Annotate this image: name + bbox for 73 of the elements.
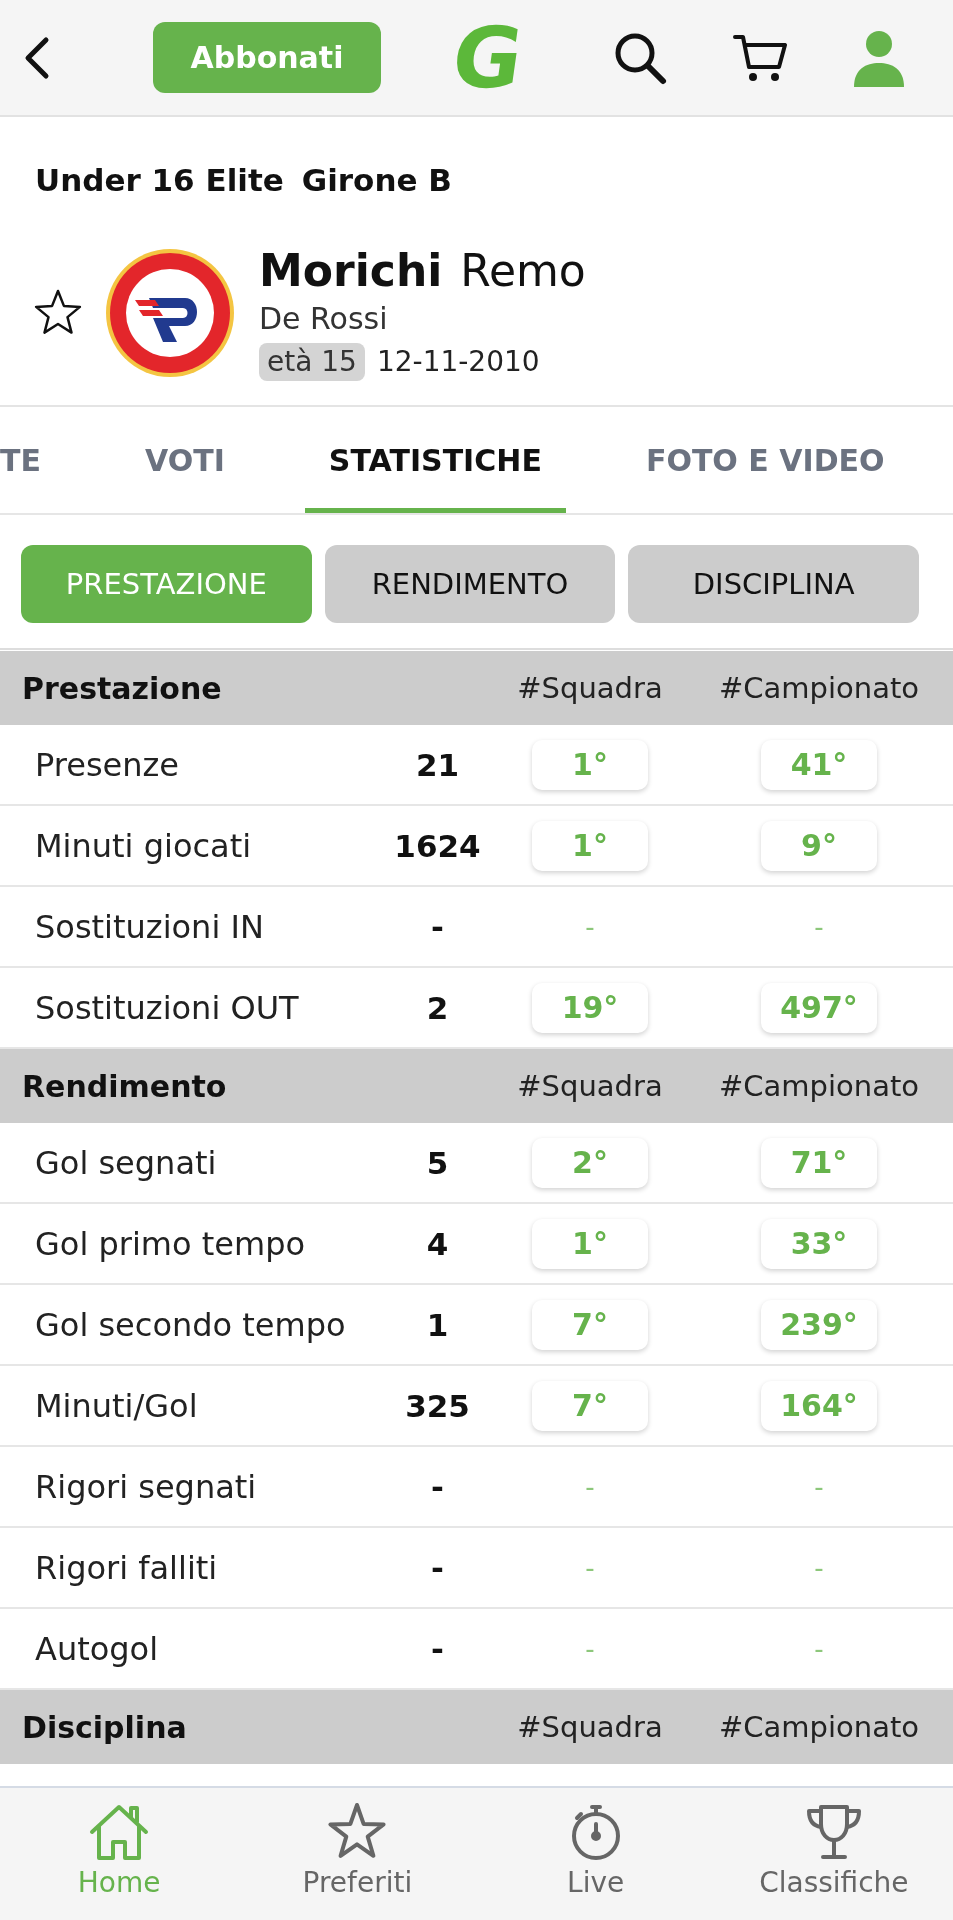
tab[interactable]: TE (0, 407, 65, 513)
team-rank-badge: 1° (532, 1218, 648, 1269)
stat-value: - (431, 908, 444, 945)
column-header: #Squadra (517, 671, 663, 705)
stat-label: Rigori segnati (35, 1467, 257, 1506)
nav-item[interactable]: Classifiche (759, 1788, 909, 1920)
stat-value: 325 (405, 1387, 470, 1424)
league-rank-badge: 239° (761, 1299, 877, 1350)
league-rank-badge: 9° (761, 820, 877, 871)
competition-name: Under 16 Elite (35, 162, 284, 198)
stat-label: Autogol (35, 1629, 159, 1668)
home-icon (88, 1802, 151, 1862)
tab[interactable]: FOTO E VIDEO (621, 407, 909, 513)
column-header: #Squadra (517, 1710, 663, 1744)
category-tab[interactable]: RENDIMENTO (324, 545, 616, 623)
column-header: #Squadra (517, 1069, 663, 1103)
stat-value: 1 (426, 1306, 449, 1343)
section-title: Prestazione (21, 670, 222, 706)
stat-label: Gol secondo tempo (35, 1305, 346, 1344)
stat-label: Rigori falliti (35, 1548, 218, 1587)
stat-value: - (431, 1468, 444, 1505)
league-rank-badge: 33° (761, 1218, 877, 1269)
stat-label: Gol primo tempo (35, 1224, 305, 1263)
team-rank: - (585, 1471, 595, 1502)
team-rank: - (585, 911, 595, 942)
league-rank: - (814, 1552, 824, 1583)
team-rank-badge: 7° (532, 1380, 648, 1431)
stat-label: Gol segnati (35, 1143, 217, 1182)
league-rank: - (814, 1633, 824, 1664)
league-rank-badge: 164° (761, 1380, 877, 1431)
stat-label: Sostituzioni IN (35, 907, 264, 946)
stat-value: 4 (426, 1225, 449, 1262)
stat-value: 2 (426, 989, 449, 1026)
stat-value: - (431, 1549, 444, 1586)
stat-label: Minuti/Gol (35, 1386, 198, 1425)
team-rank-badge: 1° (532, 739, 648, 790)
team-rank: - (585, 1552, 595, 1583)
league-rank: - (814, 1471, 824, 1502)
stat-label: Sostituzioni OUT (35, 988, 299, 1027)
club-crest-icon (105, 248, 235, 378)
team-rank: - (585, 1633, 595, 1664)
team-rank-badge: 2° (532, 1137, 648, 1188)
tab[interactable]: STATISTICHE (304, 407, 566, 513)
group-name: Girone B (301, 162, 452, 198)
league-rank-badge: 71° (761, 1137, 877, 1188)
stat-value: 1624 (394, 827, 481, 864)
player-first-name: Remo (460, 245, 586, 296)
category-tab[interactable]: DISCIPLINA (628, 545, 919, 623)
nav-item[interactable]: Live (564, 1788, 627, 1920)
team-rank-badge: 1° (532, 820, 648, 871)
stat-value: - (431, 1630, 444, 1667)
player-surname: Morichi (259, 245, 443, 296)
league-rank-badge: 497° (761, 982, 877, 1033)
column-header: #Campionato (718, 671, 919, 705)
app-logo: G (447, 15, 528, 100)
team-rank-badge: 7° (532, 1299, 648, 1350)
column-header: #Campionato (718, 1069, 919, 1103)
section-title: Rendimento (21, 1068, 227, 1104)
cart-icon[interactable] (732, 32, 789, 83)
league-rank-badge: 41° (761, 739, 877, 790)
team-rank-badge: 19° (532, 982, 648, 1033)
tab[interactable]: VOTI (120, 407, 249, 513)
stat-label: Minuti giocati (35, 826, 252, 865)
stat-value: 5 (426, 1144, 449, 1181)
birth-date: 12-11-2010 (376, 345, 540, 379)
column-header: #Campionato (718, 1710, 919, 1744)
league-rank: - (814, 911, 824, 942)
section-title: Disciplina (21, 1709, 187, 1745)
stat-label: Presenze (35, 745, 179, 784)
stat-value: 21 (415, 746, 460, 783)
age-badge: età 15 (259, 343, 365, 381)
nav-item[interactable]: Preferiti (302, 1788, 413, 1920)
team-name: De Rossi (259, 300, 388, 338)
